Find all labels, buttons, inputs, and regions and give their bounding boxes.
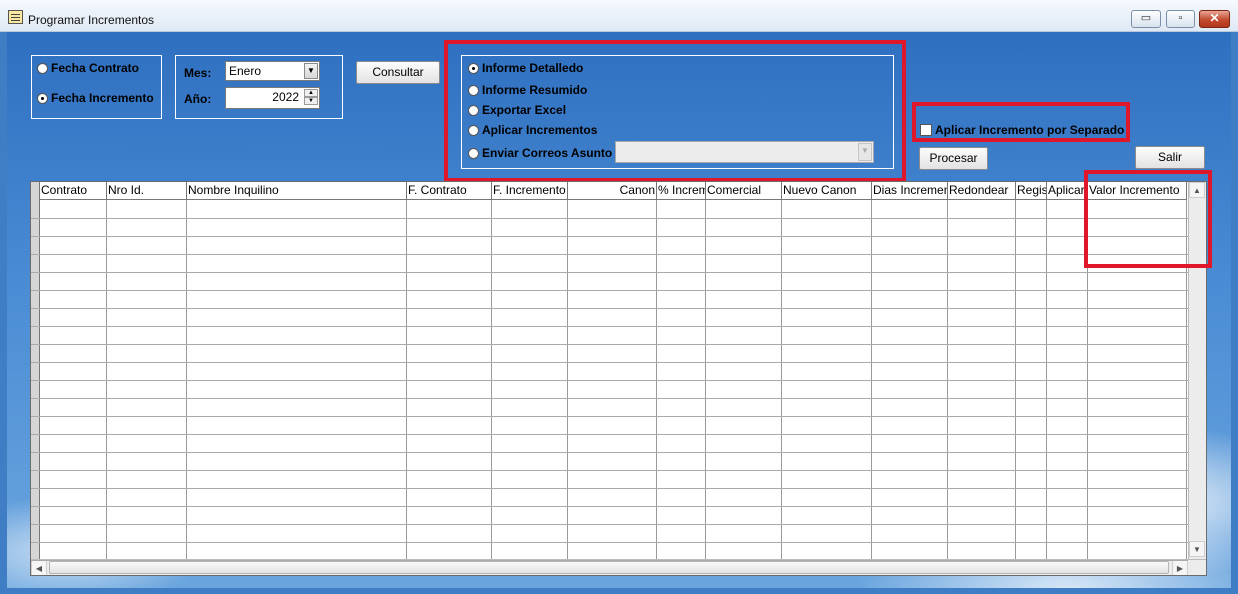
consultar-button[interactable]: Consultar xyxy=(356,61,440,84)
radio-circle[interactable] xyxy=(37,92,48,104)
minimize-button[interactable]: ▭ xyxy=(1131,10,1161,28)
column-header[interactable]: Registrar xyxy=(1016,182,1047,200)
radio-circle[interactable] xyxy=(468,124,479,136)
table-row[interactable] xyxy=(31,380,1188,381)
email-subject-dropdown[interactable]: ▼ xyxy=(615,141,874,163)
radio-fecha-contrato[interactable]: Fecha Contrato xyxy=(37,61,139,75)
checkbox-box[interactable] xyxy=(920,124,932,136)
radio-label: Enviar Correos Asunto xyxy=(482,146,613,160)
radio-circle[interactable] xyxy=(468,104,479,116)
column-header[interactable]: Nro Id. xyxy=(107,182,187,200)
app-icon xyxy=(8,10,23,24)
restore-button[interactable]: ▫ xyxy=(1166,10,1195,28)
year-value: 2022 xyxy=(272,90,299,104)
table-row[interactable] xyxy=(31,560,1188,561)
radio-fecha-incremento[interactable]: Fecha Incremento xyxy=(37,91,154,105)
valor-incremento-highlight-box xyxy=(1084,170,1212,268)
table-row[interactable] xyxy=(31,308,1188,309)
radio-informe-resumido[interactable]: Informe Resumido xyxy=(468,83,587,97)
table-row[interactable] xyxy=(31,398,1188,399)
increments-grid[interactable]: Contrato Nro Id. Nombre Inquilino F. Contra… xyxy=(30,181,1207,576)
radio-exportar-excel[interactable]: Exportar Excel xyxy=(468,103,566,117)
table-row[interactable] xyxy=(31,236,1188,237)
checkbox-label: Aplicar Incremento por Separado xyxy=(935,123,1125,137)
month-value: Enero xyxy=(229,64,262,78)
column-header[interactable]: Nombre Inquilino xyxy=(187,182,407,200)
year-spinner[interactable]: 2022 ▲ ▼ xyxy=(225,87,320,109)
column-header[interactable]: Aplicar xyxy=(1047,182,1088,200)
scroll-down-icon[interactable]: ▼ xyxy=(1189,541,1205,557)
radio-circle[interactable] xyxy=(37,62,48,74)
radio-enviar-correos[interactable]: Enviar Correos Asunto xyxy=(468,146,612,160)
column-header[interactable]: Redondear xyxy=(948,182,1016,200)
close-button[interactable]: ✕ xyxy=(1199,10,1230,28)
horizontal-scroll-thumb[interactable] xyxy=(49,561,1169,574)
column-header[interactable]: Contrato xyxy=(40,182,107,200)
column-header[interactable]: Nuevo Canon xyxy=(782,182,872,200)
chevron-down-icon[interactable]: ▼ xyxy=(304,63,318,79)
table-row[interactable] xyxy=(31,452,1188,453)
radio-circle[interactable] xyxy=(468,84,479,96)
year-spin-buttons[interactable]: ▲ ▼ xyxy=(304,89,318,106)
window-title: Programar Incrementos xyxy=(28,13,155,27)
grid-header: Contrato Nro Id. Nombre Inquilino F. Contra… xyxy=(31,182,1206,200)
radio-label: Aplicar Incrementos xyxy=(482,123,598,137)
procesar-button[interactable]: Procesar xyxy=(919,147,988,170)
table-row[interactable] xyxy=(31,272,1188,273)
table-row[interactable] xyxy=(31,344,1188,345)
column-header[interactable]: Comercial xyxy=(706,182,782,200)
radio-label: Fecha Contrato xyxy=(51,61,140,75)
chevron-down-icon[interactable]: ▼ xyxy=(858,143,872,161)
table-row[interactable] xyxy=(31,326,1188,327)
column-header[interactable]: Canon xyxy=(568,182,657,200)
table-row[interactable] xyxy=(31,488,1188,489)
radio-label: Exportar Excel xyxy=(482,103,567,117)
separate-increment-checkbox[interactable]: Aplicar Incremento por Separado xyxy=(920,123,1124,137)
column-header[interactable]: F. Incremento xyxy=(492,182,568,200)
column-header[interactable]: F. Contrato xyxy=(407,182,492,200)
month-dropdown[interactable]: Enero ▼ xyxy=(225,61,320,81)
spin-down-icon[interactable]: ▼ xyxy=(304,97,318,105)
row-selector-column[interactable] xyxy=(31,182,40,559)
table-row[interactable] xyxy=(31,362,1188,363)
month-label: Mes: xyxy=(184,66,212,80)
radio-label: Informe Detalledo xyxy=(482,61,584,75)
table-row[interactable] xyxy=(31,470,1188,471)
scroll-right-icon[interactable]: ▶ xyxy=(1172,560,1188,575)
salir-button[interactable]: Salir xyxy=(1135,146,1205,169)
radio-label: Fecha Incremento xyxy=(51,91,154,105)
table-row[interactable] xyxy=(31,290,1188,291)
table-row[interactable] xyxy=(31,506,1188,507)
horizontal-scrollbar[interactable]: ◀ ▶ xyxy=(31,559,1206,575)
table-row[interactable] xyxy=(31,416,1188,417)
radio-informe-detallado[interactable]: Informe Detalledo xyxy=(468,61,583,75)
year-label: Año: xyxy=(184,92,212,106)
table-row[interactable] xyxy=(31,218,1188,219)
title-bar[interactable]: Programar Incrementos ▭ ▫ ✕ xyxy=(0,0,1238,32)
radio-aplicar-incrementos[interactable]: Aplicar Incrementos xyxy=(468,123,597,137)
radio-label: Informe Resumido xyxy=(482,83,588,97)
table-row[interactable] xyxy=(31,434,1188,435)
spin-up-icon[interactable]: ▲ xyxy=(304,89,318,97)
column-header[interactable]: Dias Incremento xyxy=(872,182,948,200)
column-header[interactable]: % Incremento xyxy=(657,182,706,200)
radio-circle[interactable] xyxy=(468,147,479,159)
table-row[interactable] xyxy=(31,524,1188,525)
client-area: Fecha Contrato Fecha Incremento Mes: Ene… xyxy=(7,32,1231,588)
radio-circle[interactable] xyxy=(468,62,479,74)
table-row[interactable] xyxy=(31,542,1188,543)
scroll-left-icon[interactable]: ◀ xyxy=(31,560,47,575)
program-increments-window: Programar Incrementos ▭ ▫ ✕ Fecha Contra… xyxy=(0,0,1238,594)
table-row[interactable] xyxy=(31,254,1188,255)
